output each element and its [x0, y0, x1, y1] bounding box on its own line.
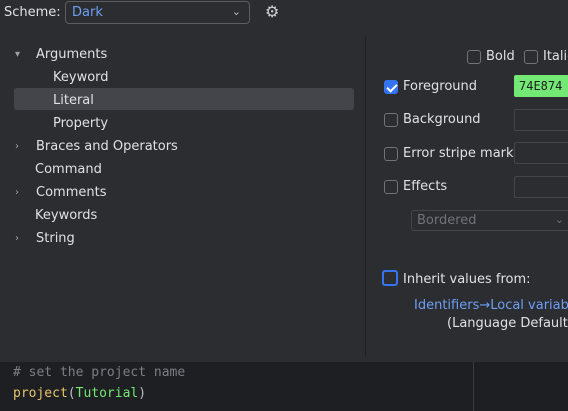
editor-divider [473, 362, 474, 411]
inherit-link[interactable]: Identifiers→Local variable [414, 298, 568, 313]
tree-item-label: Literal [53, 92, 94, 108]
italic-checkbox[interactable] [524, 50, 538, 64]
tree-item-label: Property [53, 115, 109, 131]
tree-item-label: Comments [36, 184, 107, 200]
chevron-down-icon: ⌄ [231, 5, 241, 18]
chevron-right-icon[interactable]: › [15, 233, 27, 244]
scheme-label: Scheme: [4, 5, 61, 20]
foreground-checkbox[interactable] [384, 80, 398, 94]
scheme-value: Dark [72, 5, 103, 20]
tree-item-literal[interactable]: Literal [53, 89, 94, 111]
foreground-color-swatch[interactable]: 74E874 [514, 75, 568, 97]
category-tree: ▾ Arguments Keyword Literal Property › B… [0, 37, 366, 357]
italic-label: Italic [543, 49, 568, 64]
tree-item-property[interactable]: Property [53, 112, 108, 134]
scheme-select[interactable]: Dark ⌄ [65, 1, 250, 24]
effects-color-swatch[interactable] [514, 176, 568, 198]
tree-item-arguments[interactable]: ▾ Arguments [15, 43, 107, 65]
gear-icon[interactable]: ⚙ [265, 4, 279, 20]
tree-item-label: String [36, 230, 75, 246]
code-literal-arg: Tutorial [75, 386, 139, 401]
attributes-panel: Bold Italic Foreground 74E874 Background… [366, 37, 568, 357]
code-paren-close: ) [138, 386, 147, 401]
tree-item-command[interactable]: Command [35, 158, 102, 180]
inherit-checkbox[interactable] [382, 270, 398, 286]
foreground-color-value: 74E874 [519, 79, 563, 93]
tree-item-comments[interactable]: › Comments [15, 181, 106, 203]
effects-type-value: Bordered [417, 213, 477, 228]
foreground-label: Foreground [403, 79, 478, 94]
code-preview[interactable]: # set the project name project(Tutorial) [0, 362, 568, 411]
effects-label: Effects [403, 179, 448, 194]
chevron-down-icon[interactable]: ▾ [15, 49, 27, 60]
chevron-right-icon[interactable]: › [15, 141, 27, 152]
bold-checkbox[interactable] [467, 50, 481, 64]
effects-type-dropdown[interactable]: Bordered ⌄ [411, 210, 568, 231]
inherit-note: (Language Defaults) [447, 316, 568, 331]
inherit-label: Inherit values from: [403, 272, 531, 287]
tree-item-label: Braces and Operators [36, 138, 178, 154]
tree-item-label: Arguments [36, 46, 108, 62]
chevron-right-icon[interactable]: › [15, 187, 27, 198]
tree-item-string[interactable]: › String [15, 227, 75, 249]
error-stripe-color-swatch[interactable] [514, 142, 568, 164]
bold-label: Bold [486, 49, 515, 64]
background-checkbox[interactable] [384, 113, 398, 127]
tree-item-label: Command [35, 161, 102, 177]
tree-item-braces-operators[interactable]: › Braces and Operators [15, 135, 178, 157]
background-label: Background [403, 112, 481, 127]
tree-item-label: Keywords [35, 207, 98, 223]
background-color-swatch[interactable] [514, 109, 568, 131]
error-stripe-checkbox[interactable] [384, 147, 398, 161]
effects-checkbox[interactable] [384, 180, 398, 194]
tree-item-label: Keyword [53, 69, 109, 85]
code-comment-line: # set the project name [13, 365, 186, 380]
code-line: project(Tutorial) [13, 386, 146, 401]
code-function: project [13, 386, 68, 401]
code-paren-open: ( [67, 386, 76, 401]
chevron-down-icon: ⌄ [554, 213, 564, 226]
tree-item-keywords[interactable]: Keywords [35, 204, 97, 226]
error-stripe-label: Error stripe mark [403, 146, 514, 161]
tree-item-keyword[interactable]: Keyword [53, 66, 109, 88]
scheme-bar: Scheme: Dark ⌄ ⚙ [0, 0, 568, 28]
